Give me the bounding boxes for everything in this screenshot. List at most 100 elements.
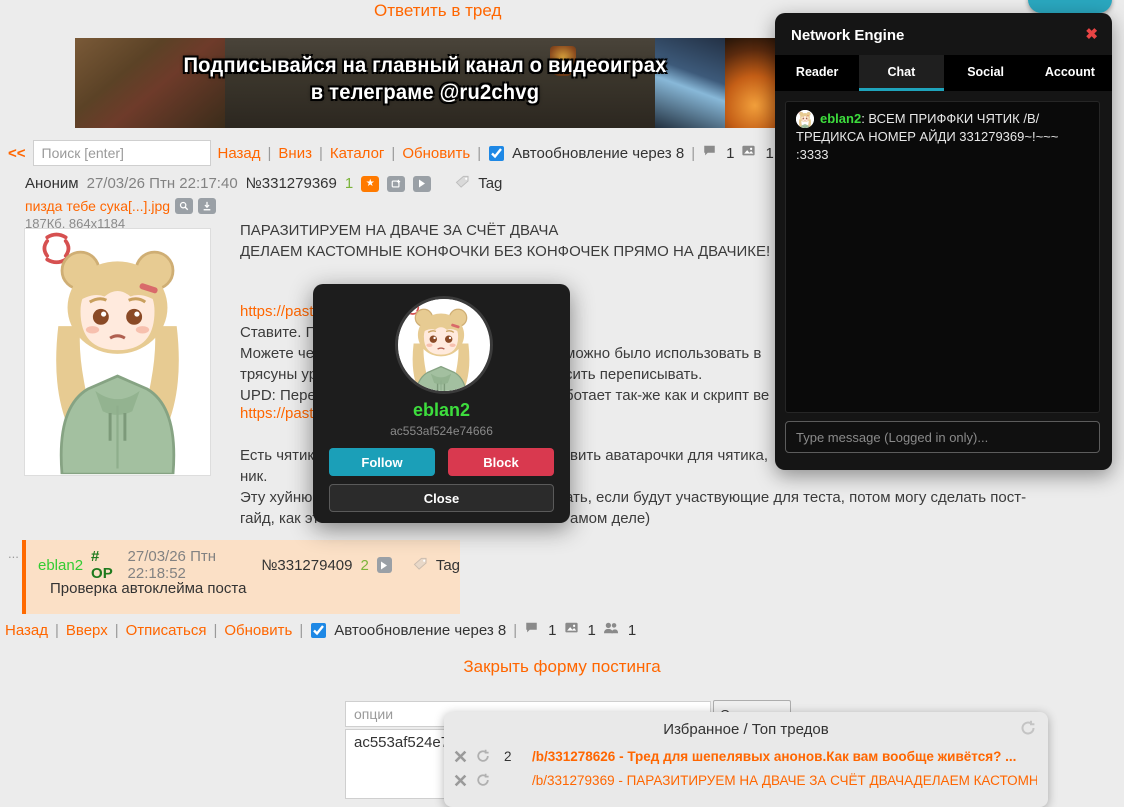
- op-reply-count: 1: [344, 175, 354, 192]
- top-navbar: << Назад | Вниз | Каталог | Обновить | А…: [8, 140, 814, 166]
- separator: |: [213, 621, 218, 639]
- remove-favorite-icon[interactable]: [454, 774, 467, 787]
- chat-message-input[interactable]: [785, 421, 1100, 453]
- block-button[interactable]: Block: [448, 448, 554, 476]
- panel-title: Network Engine: [791, 27, 905, 44]
- autoupdate-label: Автообновление через 8: [512, 144, 685, 162]
- expand-post-button[interactable]: [376, 557, 392, 573]
- reply-post: eblan2 # OP 27/03/26 Птн 22:18:52 №33127…: [22, 540, 460, 614]
- reply-post-number[interactable]: №331279409: [261, 557, 352, 574]
- separator: |: [318, 144, 323, 162]
- tab-account[interactable]: Account: [1028, 55, 1112, 91]
- op-author: Аноним: [25, 175, 79, 192]
- tab-chat[interactable]: Chat: [859, 55, 944, 91]
- search-input[interactable]: [32, 140, 211, 166]
- close-posting-form-wrap: Закрыть форму постинга: [0, 657, 1124, 677]
- favorites-title: Избранное / Топ тредов: [663, 721, 829, 738]
- favorites-panel: Избранное / Топ тредов 2 /b/331278626 - …: [444, 712, 1048, 807]
- separator: |: [513, 621, 518, 639]
- userscript-toggle-button[interactable]: [1028, 0, 1112, 13]
- op-datetime: 27/03/26 Птн 22:17:40: [86, 175, 238, 192]
- nav-back-link[interactable]: Назад: [218, 145, 261, 162]
- refresh-favorite-icon[interactable]: [476, 749, 490, 763]
- separator: |: [477, 144, 482, 162]
- post-text-fragment: амом деле): [570, 510, 651, 527]
- post-text-fragment: вить аватарочки для чятика,: [570, 447, 769, 464]
- unsubscribe-link[interactable]: Отписаться: [126, 622, 207, 639]
- post-text-fragment: можно было использовать в: [565, 345, 762, 362]
- user-profile-popup: eblan2 ac553af524e74666 Follow Block Clo…: [313, 284, 570, 523]
- separator: |: [54, 621, 59, 639]
- separator: |: [114, 621, 119, 639]
- panel-tabs: Reader Chat Social Account: [775, 55, 1112, 91]
- op-post-header: Аноним 27/03/26 Птн 22:17:40 №331279369 …: [25, 175, 502, 192]
- network-engine-panel: Network Engine ✖ Reader Chat Social Acco…: [775, 13, 1112, 470]
- bottom-navbar: Назад | Вверх | Отписаться | Обновить | …: [5, 621, 636, 639]
- popup-username: eblan2: [412, 400, 471, 420]
- reply-to-thread-link[interactable]: Ответить в тред: [374, 1, 501, 21]
- reply-count: 2: [360, 556, 369, 574]
- chat-avatar: [796, 110, 814, 128]
- reply-post-body: Проверка автоклейма поста: [50, 580, 247, 597]
- op-post-number[interactable]: №331279369: [246, 175, 337, 192]
- op-file-name-link[interactable]: пизда тебе сука[...].jpg: [25, 198, 170, 214]
- favorite-star-button[interactable]: ★: [361, 175, 380, 192]
- tag-icon: [455, 175, 470, 192]
- tag-label[interactable]: Tag: [436, 557, 460, 574]
- posters-count: 1: [627, 621, 637, 639]
- images-count-icon: [741, 144, 756, 162]
- posts-count: 1: [726, 144, 735, 162]
- remove-favorite-icon[interactable]: [454, 750, 467, 763]
- separator: |: [391, 144, 396, 162]
- post-text-fragment: ДЕЛАЕМ КАСТОМНЫЕ КОНФОЧКИ БЕЗ КОНФОЧЕК П…: [240, 243, 771, 260]
- separator: |: [267, 144, 272, 162]
- favorites-refresh-icon[interactable]: [1020, 720, 1036, 741]
- favorite-row: 2 /b/331278626 - Тред для шепелявых анон…: [444, 745, 1048, 767]
- autoupdate-checkbox-bottom[interactable]: [311, 622, 327, 638]
- separator: |: [299, 621, 304, 639]
- ad-banner[interactable]: Подписывайся на главный канал о видеоигр…: [75, 38, 775, 128]
- favorite-thread-link[interactable]: /b/331278626 - Тред для шепелявых анонов…: [532, 749, 1016, 764]
- popup-user-id: ac553af524e74666: [390, 424, 493, 438]
- op-image-thumbnail[interactable]: [25, 229, 210, 475]
- avatar: [395, 296, 493, 394]
- autoupdate-label: Автообновление через 8: [334, 621, 507, 639]
- panel-close-icon[interactable]: ✖: [1085, 25, 1098, 43]
- nav-refresh-link[interactable]: Обновить: [402, 145, 470, 162]
- collapse-link[interactable]: <<: [8, 145, 26, 162]
- bottom-up-link[interactable]: Вверх: [66, 622, 108, 639]
- tag-label[interactable]: Tag: [478, 175, 502, 192]
- tab-reader[interactable]: Reader: [775, 55, 859, 91]
- autoupdate-checkbox[interactable]: [489, 145, 505, 161]
- reply-author[interactable]: eblan2: [38, 557, 83, 574]
- images-count-icon: [564, 621, 579, 639]
- close-popup-button[interactable]: Close: [329, 484, 554, 512]
- bottom-refresh-link[interactable]: Обновить: [224, 622, 292, 639]
- op-badge: # OP: [91, 548, 113, 582]
- op-file-line: пизда тебе сука[...].jpg: [25, 198, 217, 214]
- chat-message-list: eblan2: ВСЕМ ПРИФФКИ ЧЯТИК /B/ ТРЕДИКСА …: [785, 101, 1100, 413]
- post-text-fragment: ботает так-же как и скрипт ве: [565, 387, 770, 404]
- banner-text: Подписывайся на главный канал о видеоигр…: [89, 52, 761, 106]
- file-download-button[interactable]: [198, 198, 217, 214]
- chat-message-author: eblan2: [820, 111, 862, 126]
- expand-thread-button[interactable]: [413, 175, 432, 192]
- refresh-favorite-icon[interactable]: [476, 773, 490, 787]
- post-text-fragment: сить переписывать.: [565, 366, 703, 383]
- follow-button[interactable]: Follow: [329, 448, 435, 476]
- nav-catalog-link[interactable]: Каталог: [330, 145, 385, 162]
- nav-down-link[interactable]: Вниз: [278, 145, 312, 162]
- file-search-button[interactable]: [175, 198, 194, 214]
- favorite-thread-link[interactable]: /b/331279369 - ПАРАЗИТИРУЕМ НА ДВАЧЕ ЗА …: [532, 773, 1037, 788]
- bottom-back-link[interactable]: Назад: [5, 622, 48, 639]
- tab-social[interactable]: Social: [944, 55, 1028, 91]
- close-posting-form-link[interactable]: Закрыть форму постинга: [463, 657, 660, 676]
- tag-icon: [413, 557, 428, 574]
- post-text-fragment: ник.: [240, 468, 268, 485]
- favorite-row: /b/331279369 - ПАРАЗИТИРУЕМ НА ДВАЧЕ ЗА …: [444, 769, 1048, 791]
- post-collapse-dots[interactable]: ...: [8, 546, 19, 561]
- add-to-gallery-button[interactable]: [387, 175, 406, 192]
- op-image-art: [25, 229, 210, 475]
- posts-count: 1: [548, 621, 557, 639]
- banner-line2: в телеграме @ru2chvg: [310, 81, 540, 104]
